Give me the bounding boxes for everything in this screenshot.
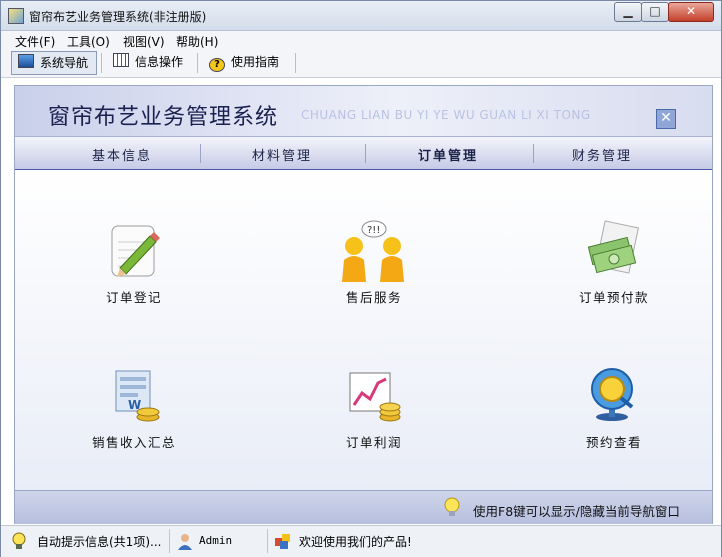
menu-help[interactable]: 帮助(H): [176, 33, 218, 50]
user-icon: [176, 532, 194, 550]
toolbar: 系统导航 信息操作 ? 使用指南: [1, 49, 721, 78]
toolbar-separator: [197, 53, 198, 73]
toolbar-info-ops-label: 信息操作: [135, 55, 184, 69]
nav-item-label: 订单登记: [105, 290, 162, 305]
nav-item-prepayment[interactable]: 订单预付款: [561, 220, 667, 310]
nav-item-order-profit[interactable]: 订单利润: [321, 365, 427, 455]
navigation-panel: 窗帘布艺业务管理系统 CHUANG LIAN BU YI YE WU GUAN …: [14, 85, 713, 524]
nav-items-area: 订单登记 ?!! 售后服务 订单预付款 W 销售收入汇总 订单利润 预约查看: [15, 170, 712, 490]
status-separator: [267, 529, 268, 553]
banner-subtitle: CHUANG LIAN BU YI YE WU GUAN LI XI TONG: [301, 108, 591, 122]
menu-view[interactable]: 视图(V): [123, 33, 165, 50]
title-bar[interactable]: 窗帘布艺业务管理系统(非注册版) ▁ □ ✕: [1, 1, 721, 31]
nav-item-label: 订单利润: [345, 435, 402, 450]
nav-item-label: 预约查看: [585, 435, 642, 450]
nav-item-label: 订单预付款: [578, 290, 649, 305]
status-separator: [169, 529, 170, 553]
tab-basic-info[interactable]: 基本信息: [92, 145, 152, 164]
product-icon: [274, 532, 292, 550]
nav-item-label: 销售收入汇总: [91, 435, 176, 450]
toolbar-info-ops-button[interactable]: 信息操作: [107, 51, 191, 73]
close-button[interactable]: ✕: [668, 2, 714, 22]
app-window: 窗帘布艺业务管理系统(非注册版) ▁ □ ✕ 文件(F) 工具(O) 视图(V)…: [0, 0, 722, 557]
minimize-icon: ▁: [623, 4, 633, 18]
nav-item-order-register[interactable]: 订单登记: [81, 220, 187, 310]
lightbulb-icon: [11, 532, 29, 550]
profit-chart-icon: [344, 365, 404, 425]
maximize-button[interactable]: □: [641, 2, 669, 22]
tab-materials[interactable]: 材料管理: [252, 145, 312, 164]
toolbar-guide-label: 使用指南: [231, 55, 280, 69]
toolbar-system-nav-label: 系统导航: [40, 56, 89, 70]
status-bar: 自动提示信息(共1项)... Admin 欢迎使用我们的产品!: [1, 525, 721, 557]
app-icon: [8, 8, 24, 24]
tab-separator: [533, 144, 534, 163]
grid-icon: [113, 53, 129, 67]
nav-item-sales-income[interactable]: W 销售收入汇总: [81, 365, 187, 455]
toolbar-separator: [295, 53, 296, 73]
minimize-button[interactable]: ▁: [614, 2, 642, 22]
nav-item-appointment-view[interactable]: 预约查看: [561, 365, 667, 455]
f8-hint-text: 使用F8键可以显示/隐藏当前导航窗口: [473, 504, 680, 519]
close-icon: ✕: [685, 4, 697, 18]
banner-title: 窗帘布艺业务管理系统: [48, 105, 279, 130]
hint-bar: 使用F8键可以显示/隐藏当前导航窗口: [15, 490, 712, 524]
tab-separator: [200, 144, 201, 163]
svg-text:?!!: ?!!: [367, 225, 380, 236]
panel-close-button[interactable]: ✕: [656, 109, 676, 129]
category-tabs: 基本信息 材料管理 订单管理 财务管理: [15, 136, 712, 171]
nav-item-label: 售后服务: [345, 290, 402, 305]
notepad-pencil-icon: [104, 220, 164, 280]
tab-separator: [365, 144, 366, 163]
status-user-name: Admin: [199, 534, 233, 547]
menu-bar: 文件(F) 工具(O) 视图(V) 帮助(H): [1, 31, 721, 49]
money-document-icon: [584, 220, 644, 280]
people-chat-icon: ?!!: [334, 220, 414, 282]
menu-tools[interactable]: 工具(O): [67, 33, 110, 50]
monitor-icon: [18, 54, 34, 68]
tab-finance[interactable]: 财务管理: [572, 145, 632, 164]
maximize-icon: □: [649, 4, 661, 18]
banner: 窗帘布艺业务管理系统 CHUANG LIAN BU YI YE WU GUAN …: [15, 86, 712, 136]
toolbar-guide-button[interactable]: ? 使用指南: [203, 51, 291, 73]
tab-orders[interactable]: 订单管理: [418, 145, 478, 164]
question-icon: ?: [209, 58, 225, 72]
status-tips-text[interactable]: 自动提示信息(共1项)...: [37, 533, 161, 550]
toolbar-system-nav-button[interactable]: 系统导航: [11, 51, 97, 75]
menu-file[interactable]: 文件(F): [15, 33, 55, 50]
income-summary-icon: W: [104, 365, 164, 425]
magnifier-globe-icon: [584, 365, 644, 425]
lightbulb-icon: [443, 497, 461, 517]
window-title: 窗帘布艺业务管理系统(非注册版): [29, 10, 207, 24]
toolbar-separator: [101, 53, 102, 73]
status-welcome-text: 欢迎使用我们的产品!: [299, 535, 412, 549]
close-icon: ✕: [660, 110, 672, 126]
nav-item-after-sales[interactable]: ?!! 售后服务: [321, 220, 427, 310]
